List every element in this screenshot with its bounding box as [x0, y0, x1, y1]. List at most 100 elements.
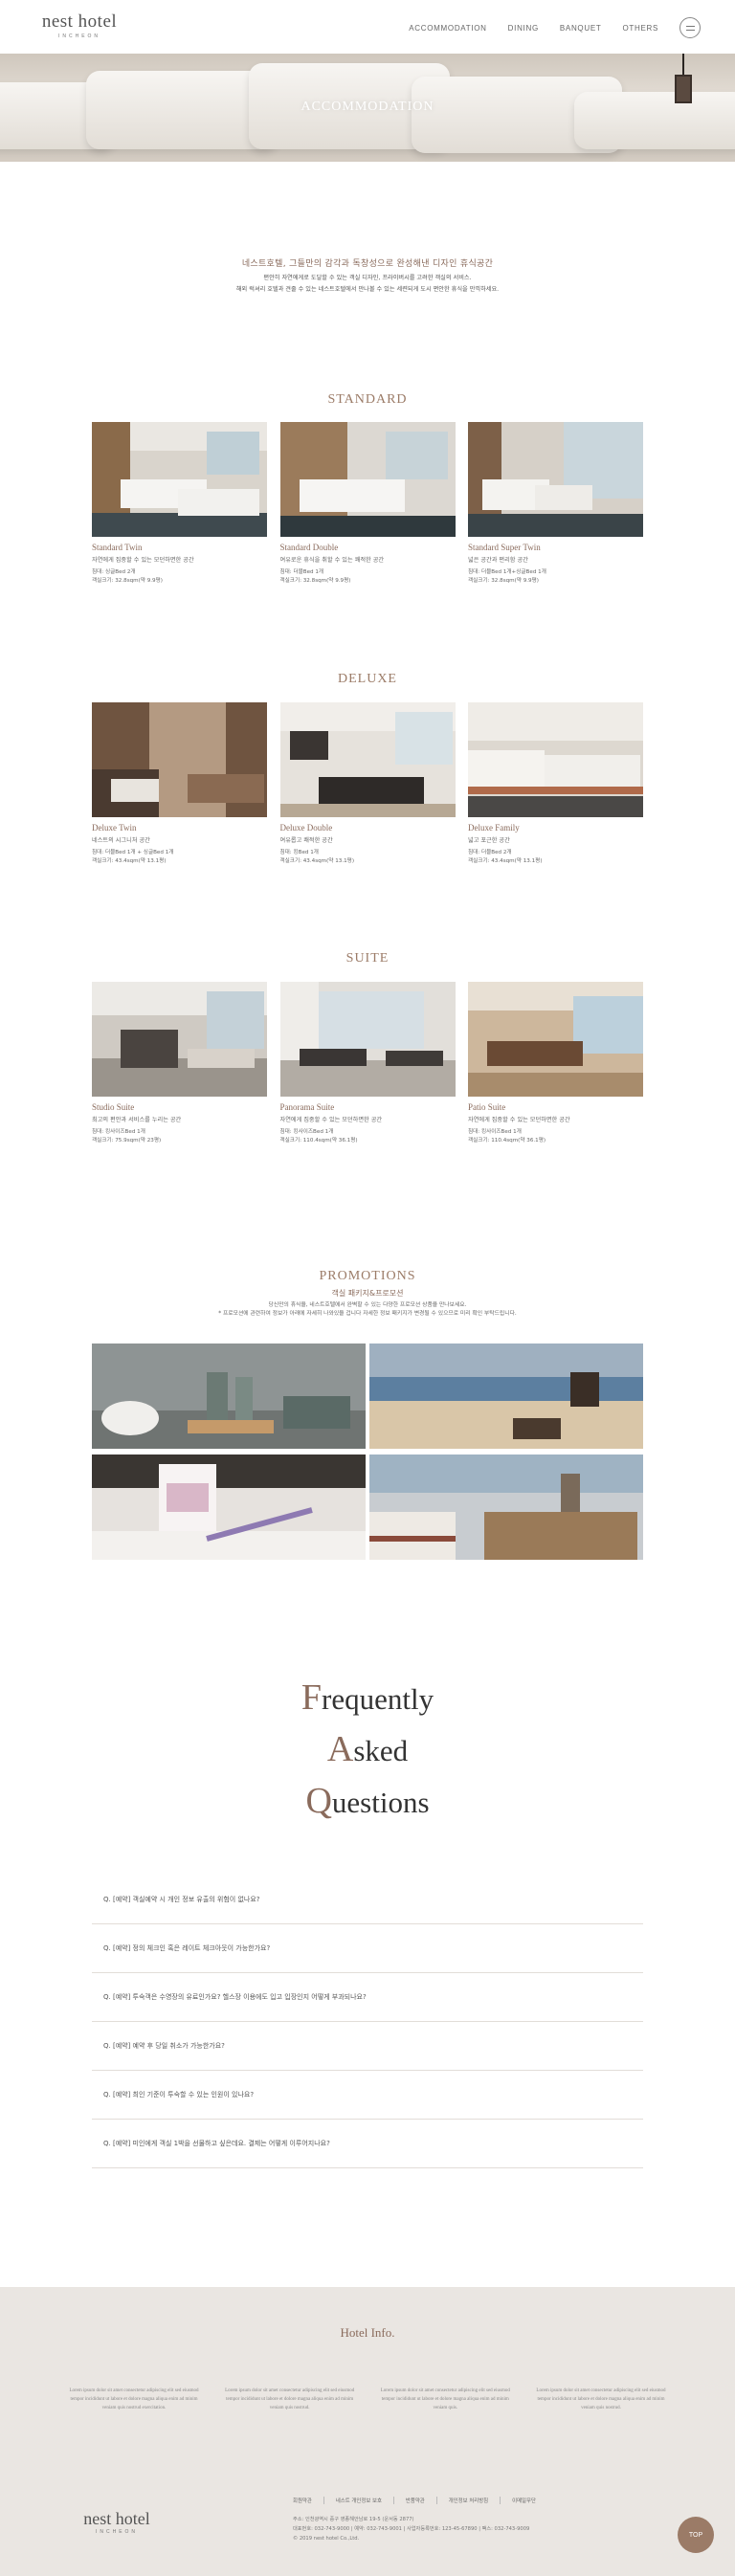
footer-logo-city: INCHEON [95, 2529, 139, 2535]
room-size: 객실크기: 75.9sqm(약 23평) [92, 1138, 162, 1144]
menu-icon[interactable] [679, 17, 701, 38]
room-size: 객실크기: 43.4sqm(약 13.1평) [279, 858, 355, 864]
room-name: Panorama Suite [279, 1102, 335, 1112]
room-size: 객실크기: 43.4sqm(약 13.1평) [468, 858, 543, 864]
room-name: Deluxe Family [468, 823, 520, 833]
nav-dining[interactable]: DINING [508, 24, 539, 33]
promotions-line-2: * 프로모션에 관련하여 정보가 아래에 자세히 나와있을 겁니다 자세한 정보… [218, 1311, 517, 1317]
room-desc: 넓고 포근한 공간 [468, 837, 510, 844]
intro-heading: 네스트호텔, 그들만의 감각과 독창성으로 완성해낸 디자인 휴식공간 [241, 259, 494, 269]
footer: Hotel Info. Lorem ipsum dolor sit amet c… [0, 2287, 735, 2576]
intro-line-1: 편안히 자연에게로 도달할 수 있는 객실 디자인, 프라이버시를 고려한 객실… [263, 275, 472, 281]
promo-image-beach[interactable] [369, 1344, 643, 1449]
section-title-deluxe: DELUXE [338, 672, 397, 686]
logo-city: INCHEON [57, 33, 101, 39]
promotions-grid [92, 1344, 643, 1560]
site-header: nest hotel INCHEON ACCOMMODATION DINING … [0, 0, 735, 54]
room-desc: 네스트의 시그니처 공간 [92, 837, 150, 844]
room-image[interactable] [92, 982, 267, 1097]
footer-info: 주소: 인천광역시 중구 영종해안남로 19-5 (운서동 2877) 대표번호… [293, 2515, 529, 2543]
room-size: 객실크기: 110.4sqm(약 36.1평) [468, 1138, 546, 1144]
promotions-desc: 당신만의 휴식을, 네스트호텔에서 완벽할 수 있는 다양한 프로모션 상품을 … [0, 1301, 735, 1319]
room-name: Deluxe Double [279, 823, 333, 833]
top-button[interactable]: TOP [678, 2517, 714, 2553]
footer-link[interactable]: 이메일무단 [501, 2497, 547, 2504]
intro-line-2: 해외 럭셔리 호텔과 견줄 수 있는 네스트호텔에서 만나볼 수 있는 세련되게… [235, 286, 500, 293]
promo-image-room[interactable] [369, 1455, 643, 1560]
room-image[interactable] [92, 702, 267, 817]
room-card[interactable]: Studio Suite 최고의 편안과 서비스를 누리는 공간 침대: 킹사이… [92, 982, 267, 1145]
room-bed: 침대: 킹Bed 1개 [279, 850, 319, 855]
footer-copyright: © 2019 nest hotel Co.,Ltd. [293, 2536, 360, 2542]
logo[interactable]: nest hotel INCHEON [36, 11, 122, 39]
footer-link[interactable]: 반품약관 [394, 2497, 437, 2504]
nav-others[interactable]: OTHERS [622, 24, 658, 33]
room-row-suite: Studio Suite 최고의 편안과 서비스를 누리는 공간 침대: 킹사이… [92, 982, 643, 1145]
section-title-standard: STANDARD [327, 392, 408, 407]
room-card[interactable]: Deluxe Family 넓고 포근한 공간 침대: 더블Bed 2개 객실크… [468, 702, 643, 866]
faq-item[interactable]: Q. [예약] 예약 후 당일 취소가 가능한가요? [92, 2022, 643, 2071]
room-name: Patio Suite [468, 1102, 506, 1112]
faq-item[interactable]: Q. [예약] 정의 체크인 혹은 레이트 체크아웃이 가능한가요? [92, 1924, 643, 1973]
footer-contact: 대표번호: 032-743-9000 | 예약: 032-743-9001 | … [293, 2526, 530, 2532]
room-image[interactable] [279, 702, 456, 817]
room-size: 객실크기: 110.4sqm(약 36.1평) [279, 1138, 358, 1144]
promotions-subtitle: 객실 패키지&프로모션 [331, 1289, 404, 1298]
room-card[interactable]: Standard Super Twin 넓은 공간과 편리함 공간 침대: 더블… [468, 422, 643, 586]
faq-item[interactable]: Q. [예약] 최인 기준이 투숙할 수 있는 인원이 있나요? [92, 2071, 643, 2120]
room-name: Standard Double [279, 543, 339, 552]
room-image[interactable] [279, 982, 456, 1097]
room-card[interactable]: Standard Double 여유로운 휴식을 취할 수 있는 쾌적한 공간 … [279, 422, 456, 586]
room-card[interactable]: Panorama Suite 자연에게 집중할 수 있는 모던하면한 공간 침대… [279, 982, 456, 1145]
faq-item[interactable]: Q. [예약] 미인에게 객실 1박을 선물하고 싶은데요. 결제는 어떻게 이… [92, 2120, 643, 2168]
footer-link[interactable]: 개인정보 처리방침 [437, 2497, 501, 2504]
promo-image-lavender[interactable] [92, 1455, 366, 1560]
faq-title-line: Frequently [301, 1677, 434, 1718]
room-desc: 여유로운 휴식을 취할 수 있는 쾌적한 공간 [279, 557, 385, 564]
room-bed: 침대: 킹사이즈Bed 1개 [468, 1129, 522, 1135]
room-row-standard: Standard Twin 자연에게 집중할 수 있는 모던하면한 공간 침대:… [92, 422, 643, 586]
room-bed: 침대: 싱글Bed 2개 [92, 569, 136, 575]
room-bed: 침대: 더블Bed 1개 + 싱글Bed 1개 [92, 850, 174, 855]
room-name: Standard Super Twin [468, 543, 541, 552]
room-desc: 자연에게 집중할 수 있는 모던하면한 공간 [468, 1117, 570, 1123]
room-image[interactable] [279, 422, 456, 537]
room-card[interactable]: Deluxe Twin 네스트의 시그니처 공간 침대: 더블Bed 1개 + … [92, 702, 267, 866]
footer-column: Lorem ipsum dolor sit amet consectetur a… [69, 2388, 199, 2410]
faq-list: Q. [예약] 객실예약 시 개인 정보 유출의 위험이 없나요? Q. [예약… [92, 1876, 643, 2168]
footer-logo[interactable]: nest hotel INCHEON [71, 2509, 163, 2535]
footer-link[interactable]: 네스트 개인정보 보호 [324, 2497, 394, 2504]
room-desc: 넓은 공간과 편리함 공간 [468, 557, 528, 564]
room-card[interactable]: Deluxe Double 여유롭고 쾌적한 공간 침대: 킹Bed 1개 객실… [279, 702, 456, 866]
faq-item[interactable]: Q. [예약] 투숙객은 수영장의 유료인가요? 헬스장 이용에도 입고 입장인… [92, 1973, 643, 2022]
hero-title: ACCOMMODATION [301, 100, 434, 114]
room-image[interactable] [468, 422, 643, 537]
room-image[interactable] [92, 422, 267, 537]
room-desc: 자연에게 집중할 수 있는 모던하면한 공간 [279, 1117, 383, 1123]
room-bed: 침대: 더블Bed 1개 [279, 569, 324, 575]
room-bed: 침대: 더블Bed 1개+싱글Bed 1개 [468, 569, 546, 575]
faq-title-line: Questions [305, 1781, 430, 1821]
logo-name: nest hotel [41, 11, 118, 32]
footer-address: 주소: 인천광역시 중구 영종해안남로 19-5 (운서동 2877) [293, 2517, 414, 2522]
footer-columns: Lorem ipsum dolor sit amet consectetur a… [67, 2387, 668, 2412]
faq-item[interactable]: Q. [예약] 객실예약 시 개인 정보 유출의 위험이 없나요? [92, 1876, 643, 1924]
footer-column: Lorem ipsum dolor sit amet consectetur a… [380, 2388, 510, 2410]
footer-column: Lorem ipsum dolor sit amet consectetur a… [536, 2388, 666, 2410]
footer-link[interactable]: 회원약관 [293, 2497, 324, 2504]
footer-links: 회원약관 네스트 개인정보 보호 반품약관 개인정보 처리방침 이메일무단 [293, 2497, 547, 2504]
nav-accommodation[interactable]: ACCOMMODATION [409, 24, 486, 33]
footer-logo-name: nest hotel [83, 2509, 150, 2528]
room-image[interactable] [468, 982, 643, 1097]
room-card[interactable]: Patio Suite 자연에게 집중할 수 있는 모던하면한 공간 침대: 킹… [468, 982, 643, 1145]
room-card[interactable]: Standard Twin 자연에게 집중할 수 있는 모던하면한 공간 침대:… [92, 422, 267, 586]
nav-banquet[interactable]: BANQUET [560, 24, 602, 33]
room-size: 객실크기: 32.8sqm(약 9.9평) [279, 578, 351, 584]
hero-banner: ACCOMMODATION [0, 54, 735, 162]
room-bed: 침대: 킹사이즈Bed 1개 [92, 1129, 145, 1135]
faq-title-line: Asked [326, 1729, 409, 1769]
promo-image-amenities[interactable] [92, 1344, 366, 1449]
room-name: Studio Suite [92, 1102, 135, 1112]
room-image[interactable] [468, 702, 643, 817]
room-name: Deluxe Twin [92, 823, 137, 833]
